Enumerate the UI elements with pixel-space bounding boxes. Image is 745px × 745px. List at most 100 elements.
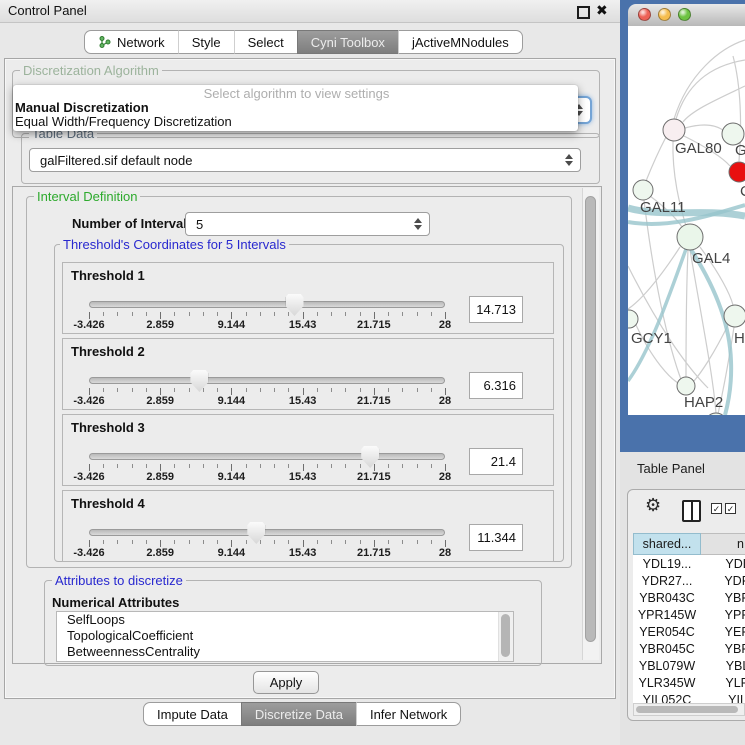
slider-track[interactable] bbox=[89, 301, 445, 308]
table-cell[interactable]: YDL1 bbox=[701, 555, 745, 572]
table-cell[interactable]: YBL079W bbox=[633, 657, 701, 674]
dropdown-placeholder-item[interactable]: Select algorithm to view settings bbox=[13, 87, 578, 101]
table-cell[interactable]: YLR345W bbox=[633, 674, 701, 691]
table-cell[interactable]: YBR045C bbox=[633, 640, 701, 657]
table-horizontal-scrollbar-thumb[interactable] bbox=[636, 706, 738, 713]
network-graph[interactable]: GAL80GCGAL11GAL4GCY1HHAP2 bbox=[628, 26, 745, 415]
table-cell[interactable]: YBR0 bbox=[701, 589, 745, 606]
slider-track[interactable] bbox=[89, 453, 445, 460]
list-scrollbar[interactable] bbox=[498, 612, 513, 661]
zoom-traffic-light[interactable] bbox=[678, 8, 691, 21]
slider-handle[interactable] bbox=[190, 370, 208, 392]
apply-button[interactable]: Apply bbox=[253, 671, 319, 694]
network-edge[interactable] bbox=[674, 40, 745, 119]
slider-handle[interactable] bbox=[247, 522, 265, 544]
number-of-intervals-combobox[interactable]: 5 bbox=[185, 212, 430, 236]
network-edge[interactable] bbox=[646, 137, 666, 181]
tab-impute-data[interactable]: Impute Data bbox=[143, 702, 241, 726]
threshold-value-field[interactable]: 6.316 bbox=[469, 372, 523, 399]
table-cell[interactable]: YBL0 bbox=[701, 657, 745, 674]
table-cell[interactable]: YLR3 bbox=[701, 674, 745, 691]
table-row[interactable]: YBR043CYBR0 bbox=[633, 589, 745, 606]
tab-infer-network[interactable]: Infer Network bbox=[356, 702, 461, 726]
table-cell[interactable]: YDR2 bbox=[701, 572, 745, 589]
tab-discretize-data[interactable]: Discretize Data bbox=[241, 702, 356, 726]
threshold-value-field[interactable]: 21.4 bbox=[469, 448, 523, 475]
table-cell[interactable]: YBR0 bbox=[701, 640, 745, 657]
close-icon[interactable]: ✖ bbox=[596, 2, 608, 19]
table-row[interactable]: YDR27...YDR2 bbox=[633, 572, 745, 589]
threshold-value-field[interactable]: 14.713 bbox=[469, 296, 523, 323]
slider-tick bbox=[103, 312, 104, 316]
table-row[interactable]: YBL079WYBL0 bbox=[633, 657, 745, 674]
tab-network[interactable]: Network bbox=[84, 30, 178, 54]
network-edge[interactable] bbox=[686, 250, 688, 377]
attributes-group-title: Attributes to discretize bbox=[52, 574, 186, 587]
columns-icon[interactable] bbox=[682, 500, 701, 522]
checkbox-icon[interactable]: ✓ bbox=[711, 503, 722, 514]
network-node-h[interactable] bbox=[724, 305, 745, 327]
column-header-shared[interactable]: shared... bbox=[633, 533, 701, 555]
slider-tick bbox=[246, 464, 247, 468]
table-row[interactable]: YPR145WYPR1 bbox=[633, 606, 745, 623]
threshold-panel-threshold-4: Threshold 4-3.4262.8599.14415.4321.71528… bbox=[62, 490, 554, 562]
scale-label: 28 bbox=[439, 319, 451, 331]
table-row[interactable]: YLR345WYLR3 bbox=[633, 674, 745, 691]
attribute-item-topologicalcoefficient[interactable]: TopologicalCoefficient bbox=[57, 628, 513, 644]
list-scrollbar-thumb[interactable] bbox=[501, 614, 510, 657]
network-node-c[interactable] bbox=[729, 162, 745, 182]
minimize-traffic-light[interactable] bbox=[658, 8, 671, 21]
slider-tick bbox=[274, 540, 275, 544]
network-edge[interactable] bbox=[683, 86, 745, 122]
table-panel-title: Table Panel bbox=[637, 461, 705, 476]
table-cell[interactable]: YPR1 bbox=[701, 606, 745, 623]
slider-track[interactable] bbox=[89, 529, 445, 536]
slider-tick bbox=[89, 540, 90, 547]
table-row[interactable]: YER054CYER0 bbox=[633, 623, 745, 640]
checkbox-icon[interactable]: ✓ bbox=[725, 503, 736, 514]
table-cell[interactable]: YER054C bbox=[633, 623, 701, 640]
network-node-hap2[interactable] bbox=[677, 377, 695, 395]
dropdown-item-manual-discretization[interactable]: Manual Discretization bbox=[13, 101, 578, 115]
tab-select[interactable]: Select bbox=[234, 30, 297, 54]
table-cell[interactable]: YDR27... bbox=[633, 572, 701, 589]
numerical-attributes-list[interactable]: SelfLoopsTopologicalCoefficientBetweenne… bbox=[56, 611, 514, 662]
table-cell[interactable]: YPR145W bbox=[633, 606, 701, 623]
slider-tick bbox=[374, 312, 375, 319]
table-cell[interactable]: YIL052C bbox=[633, 691, 701, 703]
network-edge[interactable] bbox=[628, 247, 680, 309]
table-row[interactable]: YDL19...YDL1 bbox=[633, 555, 745, 572]
network-node-gal11[interactable] bbox=[633, 180, 653, 200]
table-data-combobox[interactable]: galFiltered.sif default node bbox=[29, 148, 581, 172]
slider-handle[interactable] bbox=[361, 446, 379, 468]
table-cell[interactable]: YER0 bbox=[701, 623, 745, 640]
table-rows: YDL19...YDL1YDR27...YDR2YBR043CYBR0YPR14… bbox=[633, 555, 745, 703]
table-row[interactable]: YBR045CYBR0 bbox=[633, 640, 745, 657]
attribute-item-selfloops[interactable]: SelfLoops bbox=[57, 612, 513, 628]
table-cell[interactable]: YBR043C bbox=[633, 589, 701, 606]
float-icon[interactable] bbox=[577, 6, 590, 19]
attribute-item-betweennesscentrality[interactable]: BetweennessCentrality bbox=[57, 644, 513, 660]
network-view-canvas[interactable]: GAL80GCGAL11GAL4GCY1HHAP2 bbox=[628, 26, 745, 415]
network-node-gal4[interactable] bbox=[677, 224, 703, 250]
table-horizontal-scrollbar[interactable] bbox=[633, 703, 745, 716]
network-edge[interactable] bbox=[644, 200, 682, 382]
network-node-gal80[interactable] bbox=[663, 119, 685, 141]
tab-style[interactable]: Style bbox=[178, 30, 234, 54]
tab-cyni-toolbox[interactable]: Cyni Toolbox bbox=[297, 30, 398, 54]
column-header-n[interactable]: n bbox=[701, 533, 745, 555]
table-cell[interactable]: YDL19... bbox=[633, 555, 701, 572]
dropdown-item-equal-width-frequency[interactable]: Equal Width/Frequency Discretization bbox=[13, 115, 578, 129]
slider-track[interactable] bbox=[89, 377, 445, 384]
vertical-scrollbar-thumb[interactable] bbox=[585, 196, 596, 642]
network-window-titlebar[interactable] bbox=[628, 4, 745, 27]
scale-label: 28 bbox=[439, 471, 451, 483]
threshold-value-field[interactable]: 11.344 bbox=[469, 524, 523, 551]
network-edge[interactable] bbox=[694, 323, 729, 381]
close-traffic-light[interactable] bbox=[638, 8, 651, 21]
gear-icon[interactable]: ⚙ bbox=[645, 496, 661, 514]
tab-jactivemnodules[interactable]: jActiveMNodules bbox=[398, 30, 523, 54]
table-row[interactable]: YIL052CYIL0 bbox=[633, 691, 745, 703]
network-edge[interactable] bbox=[685, 125, 724, 131]
table-cell[interactable]: YIL0 bbox=[701, 691, 745, 703]
